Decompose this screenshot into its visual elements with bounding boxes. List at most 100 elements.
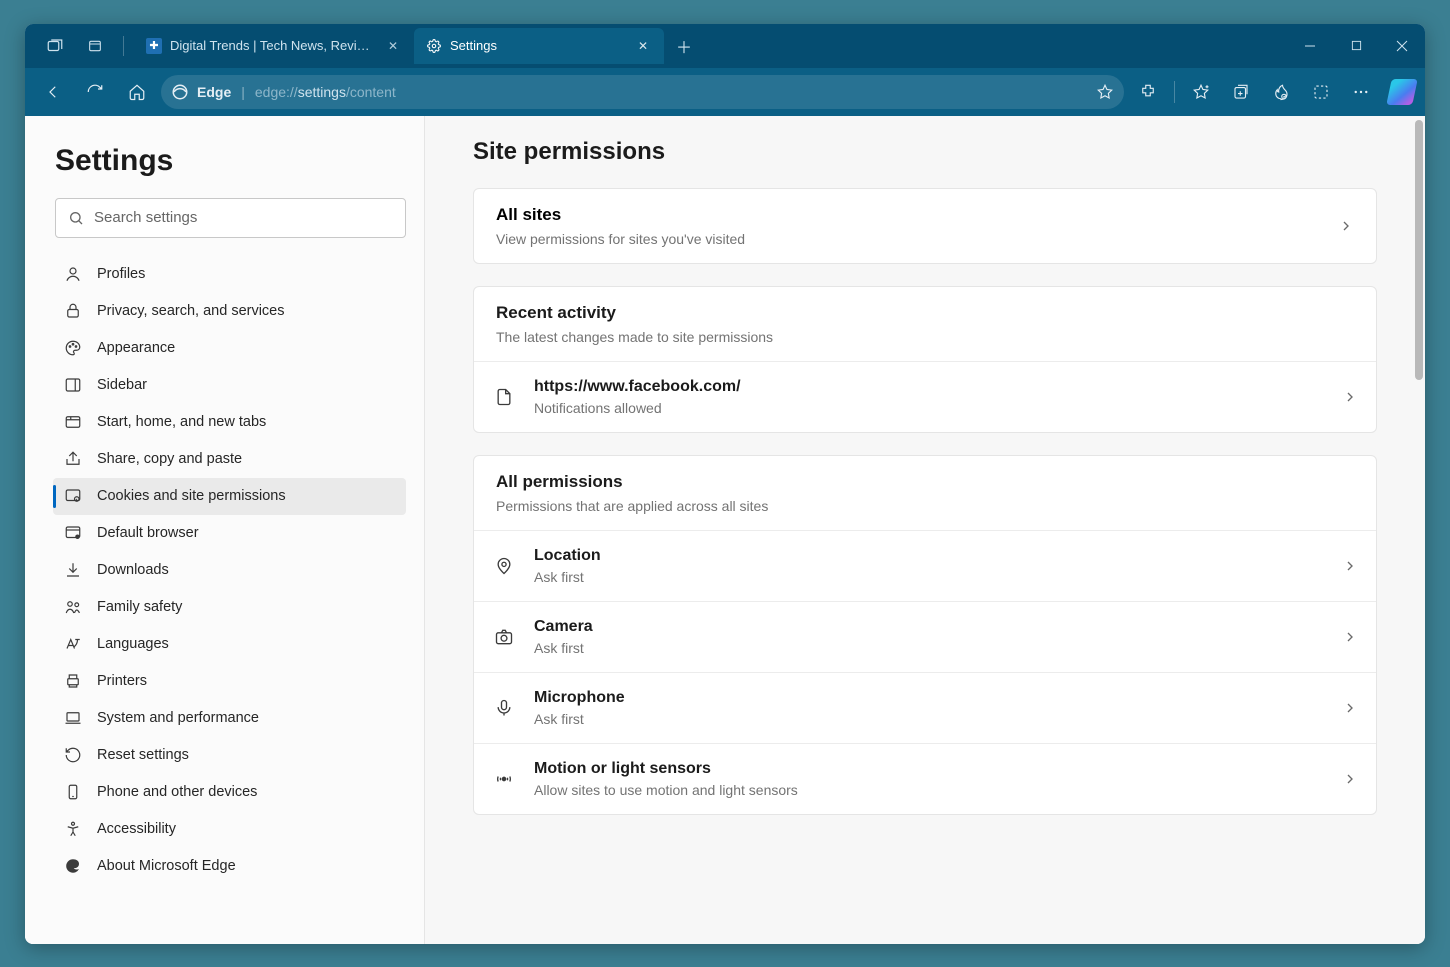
toolbar-right [1130, 74, 1415, 110]
permission-microphone[interactable]: Microphone Ask first [474, 672, 1376, 743]
search-icon [68, 210, 84, 226]
nav-accessibility[interactable]: Accessibility [53, 811, 406, 848]
cookies-icon [63, 486, 83, 506]
card-subtitle: The latest changes made to site permissi… [496, 329, 1354, 345]
settings-heading: Settings [55, 144, 406, 178]
nav-phone[interactable]: Phone and other devices [53, 774, 406, 811]
accessibility-icon [63, 819, 83, 839]
nav-share[interactable]: Share, copy and paste [53, 441, 406, 478]
camera-icon [492, 625, 516, 649]
minimize-button[interactable] [1287, 24, 1333, 68]
settings-nav: Profiles Privacy, search, and services A… [55, 256, 406, 885]
extensions-icon[interactable] [1130, 74, 1166, 110]
nav-privacy[interactable]: Privacy, search, and services [53, 293, 406, 330]
nav-sidebar[interactable]: Sidebar [53, 367, 406, 404]
chevron-right-icon [1342, 558, 1358, 574]
close-tab-icon[interactable]: ✕ [634, 37, 652, 55]
nav-default-browser[interactable]: Default browser [53, 515, 406, 552]
nav-languages[interactable]: Languages [53, 626, 406, 663]
settings-main: Site permissions All sites View permissi… [425, 116, 1425, 944]
chevron-right-icon [1338, 218, 1354, 234]
nav-downloads[interactable]: Downloads [53, 552, 406, 589]
recent-site-row[interactable]: https://www.facebook.com/ Notifications … [474, 361, 1376, 432]
separator: | [241, 84, 245, 100]
toolbar: Edge | edge://settings/content [25, 68, 1425, 116]
microphone-icon [492, 696, 516, 720]
lock-icon [63, 301, 83, 321]
separator [1174, 81, 1175, 103]
printer-icon [63, 671, 83, 691]
copilot-icon[interactable] [1386, 79, 1418, 105]
nav-start[interactable]: Start, home, and new tabs [53, 404, 406, 441]
search-placeholder: Search settings [94, 209, 197, 226]
tab-strip: ✚ Digital Trends | Tech News, Reviews ✕ … [134, 28, 664, 64]
performance-icon[interactable] [1263, 74, 1299, 110]
card-title: All sites [496, 205, 745, 225]
card-subtitle: Permissions that are applied across all … [496, 498, 1354, 514]
more-menu-icon[interactable] [1343, 74, 1379, 110]
favicon-plus-icon: ✚ [146, 38, 162, 54]
laptop-icon [63, 708, 83, 728]
card-recent-activity: Recent activity The latest changes made … [473, 286, 1377, 433]
tab-settings[interactable]: Settings ✕ [414, 28, 664, 64]
window-controls [1287, 24, 1425, 68]
nav-profiles[interactable]: Profiles [53, 256, 406, 293]
collections-icon[interactable] [1223, 74, 1259, 110]
home-button[interactable] [119, 74, 155, 110]
titlebar: ✚ Digital Trends | Tech News, Reviews ✕ … [25, 24, 1425, 68]
browser-icon [63, 523, 83, 543]
permission-location[interactable]: Location Ask first [474, 530, 1376, 601]
tab-actions-icon[interactable] [77, 28, 113, 64]
permission-camera[interactable]: Camera Ask first [474, 601, 1376, 672]
location-icon [492, 554, 516, 578]
card-title: Recent activity [496, 303, 1354, 323]
site-status: Notifications allowed [534, 400, 1324, 416]
edge-label: Edge [197, 84, 231, 100]
download-icon [63, 560, 83, 580]
card-all-permissions: All permissions Permissions that are app… [473, 455, 1377, 815]
card-subtitle: View permissions for sites you've visite… [496, 231, 745, 247]
search-settings-input[interactable]: Search settings [55, 198, 406, 238]
tab-label: Digital Trends | Tech News, Reviews [170, 38, 376, 53]
nav-cookies[interactable]: Cookies and site permissions [53, 478, 406, 515]
profile-icon [63, 264, 83, 284]
nav-printers[interactable]: Printers [53, 663, 406, 700]
tab-label: Settings [450, 38, 626, 53]
settings-content: Settings Search settings Profiles Privac… [25, 116, 1425, 944]
close-window-button[interactable] [1379, 24, 1425, 68]
favorite-star-icon[interactable] [1096, 83, 1114, 101]
chevron-right-icon [1342, 629, 1358, 645]
phone-icon [63, 782, 83, 802]
workspaces-icon[interactable] [37, 28, 73, 64]
back-button[interactable] [35, 74, 71, 110]
settings-sidebar: Settings Search settings Profiles Privac… [25, 116, 425, 944]
family-icon [63, 597, 83, 617]
screenshot-icon[interactable] [1303, 74, 1339, 110]
favorites-icon[interactable] [1183, 74, 1219, 110]
nav-appearance[interactable]: Appearance [53, 330, 406, 367]
card-all-sites[interactable]: All sites View permissions for sites you… [473, 188, 1377, 264]
tabs-icon [63, 412, 83, 432]
close-tab-icon[interactable]: ✕ [384, 37, 402, 55]
url-text: edge://settings/content [255, 84, 396, 100]
gear-icon [426, 38, 442, 54]
palette-icon [63, 338, 83, 358]
nav-about[interactable]: About Microsoft Edge [53, 848, 406, 885]
browser-window: ✚ Digital Trends | Tech News, Reviews ✕ … [25, 24, 1425, 944]
chevron-right-icon [1342, 389, 1358, 405]
new-tab-button[interactable]: ＋ [668, 30, 700, 62]
document-icon [492, 385, 516, 409]
nav-family[interactable]: Family safety [53, 589, 406, 626]
language-icon [63, 634, 83, 654]
refresh-button[interactable] [77, 74, 113, 110]
maximize-button[interactable] [1333, 24, 1379, 68]
permission-motion-sensors[interactable]: Motion or light sensors Allow sites to u… [474, 743, 1376, 814]
page-title: Site permissions [473, 138, 1377, 166]
scrollbar-thumb[interactable] [1415, 120, 1423, 380]
tab-digital-trends[interactable]: ✚ Digital Trends | Tech News, Reviews ✕ [134, 28, 414, 64]
address-bar[interactable]: Edge | edge://settings/content [161, 75, 1124, 109]
nav-system[interactable]: System and performance [53, 700, 406, 737]
edge-logo-icon: Edge [171, 83, 231, 101]
separator [123, 36, 124, 56]
nav-reset[interactable]: Reset settings [53, 737, 406, 774]
